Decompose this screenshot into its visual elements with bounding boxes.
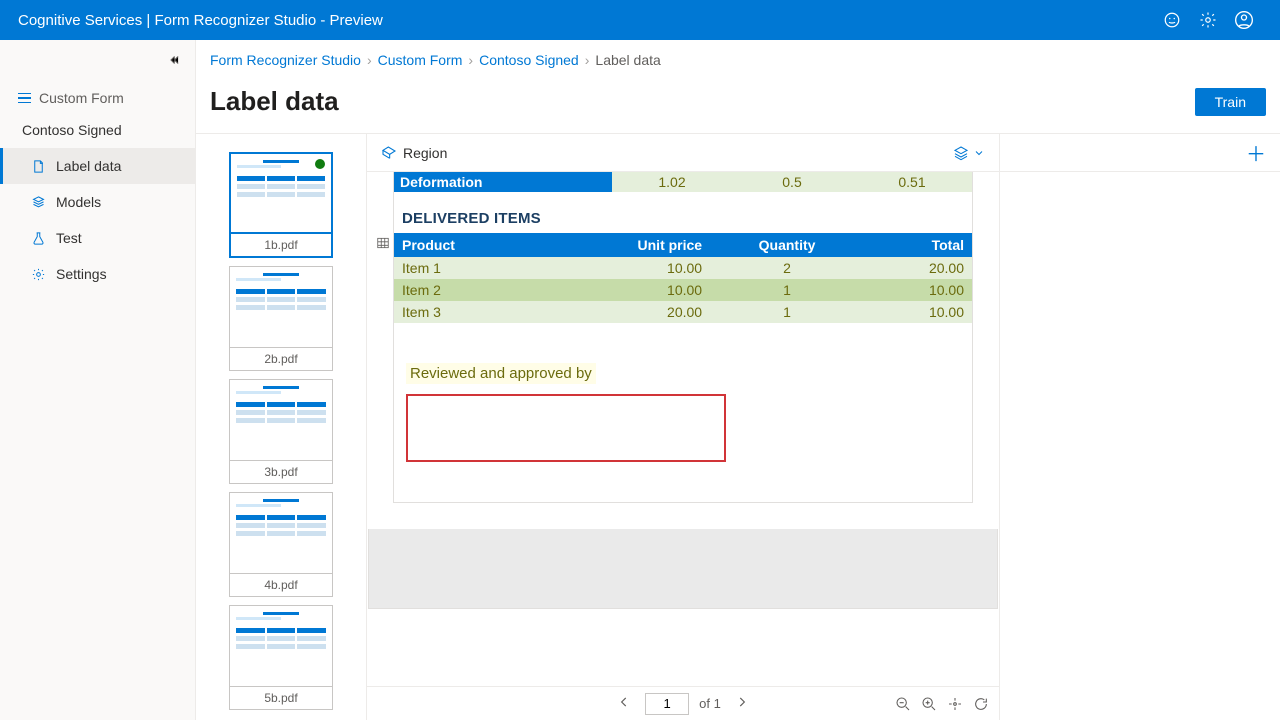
layers-dropdown[interactable] [953, 145, 985, 161]
delivered-items-table: Product Unit price Quantity Total Item 1… [394, 233, 972, 323]
fields-panel: ＋ [1000, 134, 1280, 720]
label-data-icon [30, 158, 46, 174]
table-row: Item 3 20.00 1 10.00 [394, 301, 972, 323]
list-icon [18, 93, 31, 104]
region-tool[interactable]: Region [381, 145, 447, 161]
crumb-current: Label data [595, 52, 660, 68]
feedback-icon[interactable] [1154, 0, 1190, 40]
account-icon[interactable] [1226, 0, 1262, 40]
thumb-name: 4b.pdf [229, 574, 333, 597]
nav-label: Label data [56, 158, 121, 174]
cut-table-row: Deformation 1.02 0.5 0.51 [394, 172, 972, 192]
thumb-3[interactable]: 3b.pdf [229, 379, 333, 484]
pager: of 1 [367, 686, 999, 720]
nav-test[interactable]: Test [0, 220, 195, 256]
project-name: Contoso Signed [0, 112, 195, 148]
next-page[interactable] [731, 695, 753, 712]
rotate-icon[interactable] [973, 696, 989, 712]
train-button[interactable]: Train [1195, 88, 1266, 116]
fit-icon[interactable] [947, 696, 963, 712]
thumb-1[interactable]: 1b.pdf [229, 152, 333, 258]
labeled-dot-icon [315, 159, 325, 169]
nav-models[interactable]: Models [0, 184, 195, 220]
settings-nav-icon [30, 266, 46, 282]
nav-label: Settings [56, 266, 107, 282]
table-row: Item 2 10.00 1 10.00 [394, 279, 972, 301]
thumbnail-strip: 1b.pdf 2b.pdf 3b.pdf [196, 134, 366, 720]
crumb-studio[interactable]: Form Recognizer Studio [210, 52, 361, 68]
nav-label: Models [56, 194, 101, 210]
settings-icon[interactable] [1190, 0, 1226, 40]
page-title: Label data [210, 86, 339, 117]
page-input[interactable] [645, 693, 689, 715]
review-label: Reviewed and approved by [406, 363, 596, 384]
sidebar: Custom Form Contoso Signed Label data Mo… [0, 40, 196, 720]
breadcrumb: Form Recognizer Studio › Custom Form › C… [196, 40, 1280, 80]
page-count: of 1 [699, 696, 721, 711]
prev-page[interactable] [613, 695, 635, 712]
thumb-name: 1b.pdf [229, 234, 333, 258]
next-page-peek [368, 529, 998, 609]
nav-label: Test [56, 230, 82, 246]
app-title: Cognitive Services | Form Recognizer Stu… [18, 12, 383, 29]
zoom-in-icon[interactable] [921, 696, 937, 712]
document-viewer: Region Deformation 1.02 0.5 0.5 [366, 134, 1000, 720]
crumb-project[interactable]: Contoso Signed [479, 52, 579, 68]
service-heading: Custom Form [0, 80, 195, 112]
nav-settings[interactable]: Settings [0, 256, 195, 292]
sidebar-collapse[interactable] [0, 40, 195, 80]
document-scroll[interactable]: Deformation 1.02 0.5 0.51 DELIVERED ITEM… [367, 172, 999, 686]
zoom-out-icon[interactable] [895, 696, 911, 712]
thumb-name: 2b.pdf [229, 348, 333, 371]
chevron-right-icon: › [468, 52, 473, 68]
test-icon [30, 230, 46, 246]
chevron-right-icon: › [367, 52, 372, 68]
add-field-button[interactable]: ＋ [1246, 138, 1266, 167]
models-icon [30, 194, 46, 210]
topbar: Cognitive Services | Form Recognizer Stu… [0, 0, 1280, 40]
signature-box[interactable] [406, 394, 726, 462]
thumb-5[interactable]: 5b.pdf [229, 605, 333, 710]
thumb-name: 5b.pdf [229, 687, 333, 710]
table-row: Item 1 10.00 2 20.00 [394, 257, 972, 279]
region-label: Region [403, 145, 447, 161]
nav-label-data[interactable]: Label data [0, 148, 195, 184]
chevron-down-icon [973, 147, 985, 159]
service-label: Custom Form [39, 90, 124, 106]
chevron-right-icon: › [585, 52, 590, 68]
table-header-row: Product Unit price Quantity Total [394, 233, 972, 257]
section-delivered-items: DELIVERED ITEMS [394, 192, 972, 233]
thumb-4[interactable]: 4b.pdf [229, 492, 333, 597]
thumb-2[interactable]: 2b.pdf [229, 266, 333, 371]
table-icon[interactable] [376, 236, 390, 250]
crumb-service[interactable]: Custom Form [378, 52, 463, 68]
thumb-name: 3b.pdf [229, 461, 333, 484]
document-page: Deformation 1.02 0.5 0.51 DELIVERED ITEM… [393, 172, 973, 503]
